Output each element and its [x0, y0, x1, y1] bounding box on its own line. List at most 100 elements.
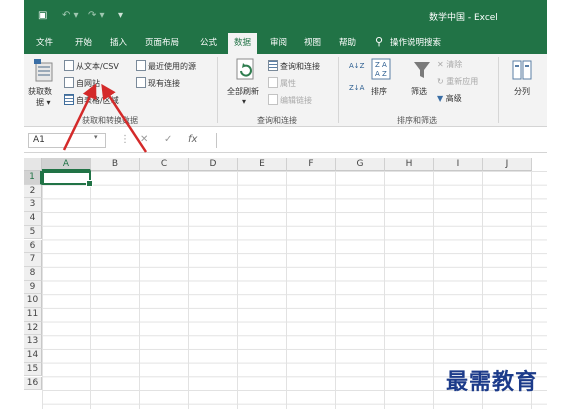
- connections-icon: [136, 77, 146, 88]
- tell-me-search[interactable]: 操作说明搜索: [390, 36, 441, 48]
- refresh-all-dropdown[interactable]: ▾: [242, 97, 246, 106]
- tab-insert[interactable]: 插入: [110, 36, 127, 48]
- existing-connections-button[interactable]: 现有连接: [136, 77, 180, 89]
- row-header-1[interactable]: 1: [24, 171, 42, 185]
- column-header-d[interactable]: D: [189, 158, 238, 171]
- svg-text:Z: Z: [382, 70, 387, 78]
- cancel-icon[interactable]: ✕: [140, 134, 148, 145]
- select-all-corner[interactable]: [24, 158, 42, 171]
- column-gridline: [433, 171, 434, 409]
- edit-links-label: 编辑链接: [280, 96, 312, 105]
- tab-help[interactable]: 帮助: [339, 36, 356, 48]
- column-gridline: [335, 171, 336, 409]
- tab-view[interactable]: 视图: [304, 36, 321, 48]
- sort-ascending-button[interactable]: A↓Z: [349, 62, 364, 70]
- text-to-columns-label[interactable]: 分列: [514, 86, 530, 97]
- active-cell-a1[interactable]: [42, 171, 93, 187]
- column-header-j[interactable]: J: [483, 158, 532, 171]
- row-header-6[interactable]: 6: [24, 239, 42, 254]
- svg-text:A: A: [375, 70, 380, 78]
- watermark-text: 最需教育: [446, 369, 539, 395]
- column-header-b[interactable]: B: [91, 158, 140, 171]
- tab-file[interactable]: 文件: [36, 36, 53, 48]
- column-gridline: [384, 171, 385, 409]
- from-web-button[interactable]: 自网站: [64, 77, 100, 89]
- excel-window: ▣ ↶ ▾ ↷ ▾ ▾ 数学中国 - Excel 文件 开始 插入 页面布局 公…: [24, 0, 547, 409]
- undo-icon[interactable]: ↶ ▾: [62, 10, 79, 21]
- reapply-label: 重新应用: [446, 77, 479, 86]
- save-icon[interactable]: ▣: [38, 10, 47, 21]
- get-data-button-label[interactable]: 获取数: [28, 86, 52, 97]
- column-header-g[interactable]: G: [336, 158, 385, 171]
- formula-input[interactable]: [216, 133, 547, 148]
- row-header-10[interactable]: 10: [24, 294, 42, 308]
- text-file-icon: [64, 60, 74, 71]
- from-text-csv-button[interactable]: 从文本/CSV: [64, 60, 119, 72]
- queries-connections-button[interactable]: 查询和连接: [268, 60, 320, 72]
- filter-button-label[interactable]: 筛选: [411, 86, 427, 97]
- edit-links-icon: [268, 94, 278, 105]
- row-header-3[interactable]: 3: [24, 198, 42, 213]
- queries-connections-label: 查询和连接: [280, 62, 320, 71]
- row-header-4[interactable]: 4: [24, 212, 42, 226]
- insert-function-icon[interactable]: fx: [188, 134, 197, 145]
- recent-sources-label: 最近使用的源: [148, 62, 196, 71]
- refresh-all-label[interactable]: 全部刷新: [227, 86, 259, 97]
- queries-icon: [268, 60, 278, 71]
- row-header-12[interactable]: 12: [24, 321, 42, 336]
- row-header-2[interactable]: 2: [24, 184, 42, 199]
- filter-icon[interactable]: [413, 60, 431, 83]
- edit-links-button[interactable]: 编辑链接: [268, 94, 312, 106]
- column-header-h[interactable]: H: [385, 158, 434, 171]
- chevron-down-icon[interactable]: ▾: [94, 133, 98, 141]
- row-header-9[interactable]: 9: [24, 280, 42, 295]
- tab-review[interactable]: 审阅: [270, 36, 287, 48]
- formula-bar-divider: ⋮: [120, 134, 130, 145]
- reapply-button[interactable]: ↻ 重新应用: [437, 76, 478, 87]
- window-title: 数学中国 - Excel: [429, 13, 498, 23]
- refresh-all-icon[interactable]: [234, 57, 256, 86]
- column-header-e[interactable]: E: [238, 158, 287, 171]
- from-web-label: 自网站: [76, 79, 100, 88]
- row-header-11[interactable]: 11: [24, 308, 42, 322]
- text-to-columns-icon[interactable]: [512, 59, 532, 84]
- tab-formulas[interactable]: 公式: [200, 36, 217, 48]
- tab-home[interactable]: 开始: [75, 36, 92, 48]
- row-header-7[interactable]: 7: [24, 253, 42, 267]
- row-header-5[interactable]: 5: [24, 225, 42, 240]
- get-data-dropdown-label[interactable]: 据 ▾: [36, 97, 51, 108]
- group-divider: [338, 57, 339, 123]
- recent-sources-button[interactable]: 最近使用的源: [136, 60, 196, 72]
- customize-quick-access-icon[interactable]: ▾: [118, 10, 123, 21]
- redo-icon[interactable]: ↷ ▾: [88, 10, 105, 21]
- clear-filter-button[interactable]: ✕ 清除: [437, 59, 462, 70]
- lightbulb-icon[interactable]: ⚲: [375, 35, 383, 48]
- from-table-range-button[interactable]: 自表格/区域: [64, 94, 119, 106]
- from-table-range-label: 自表格/区域: [76, 96, 119, 105]
- row-header-8[interactable]: 8: [24, 266, 42, 281]
- from-text-csv-label: 从文本/CSV: [76, 62, 119, 71]
- sort-button-label[interactable]: 排序: [371, 86, 387, 97]
- column-header-c[interactable]: C: [140, 158, 189, 171]
- row-header-13[interactable]: 13: [24, 335, 42, 350]
- sort-descending-button[interactable]: Z↓A: [349, 84, 364, 92]
- column-header-f[interactable]: F: [287, 158, 336, 171]
- advanced-filter-button[interactable]: ▼ 高级: [437, 93, 462, 104]
- column-gridline: [139, 171, 140, 409]
- advanced-filter-label: 高级: [445, 94, 462, 103]
- column-header-i[interactable]: I: [434, 158, 483, 171]
- properties-button[interactable]: 属性: [268, 77, 296, 89]
- existing-connections-label: 现有连接: [148, 79, 180, 88]
- enter-icon[interactable]: ✓: [164, 134, 172, 145]
- row-header-16[interactable]: 16: [24, 376, 42, 391]
- group-label-sort-filter: 排序和筛选: [397, 116, 437, 125]
- tab-page-layout[interactable]: 页面布局: [145, 36, 179, 48]
- properties-label: 属性: [280, 79, 296, 88]
- title-bar: ▣ ↶ ▾ ↷ ▾ ▾ 数学中国 - Excel: [24, 0, 547, 32]
- row-header-15[interactable]: 15: [24, 362, 42, 377]
- column-header-a[interactable]: A: [42, 158, 91, 171]
- tab-data[interactable]: 数据: [228, 33, 258, 54]
- database-icon[interactable]: [32, 57, 54, 86]
- sort-icon[interactable]: Z A A Z: [371, 58, 391, 83]
- row-header-14[interactable]: 14: [24, 349, 42, 363]
